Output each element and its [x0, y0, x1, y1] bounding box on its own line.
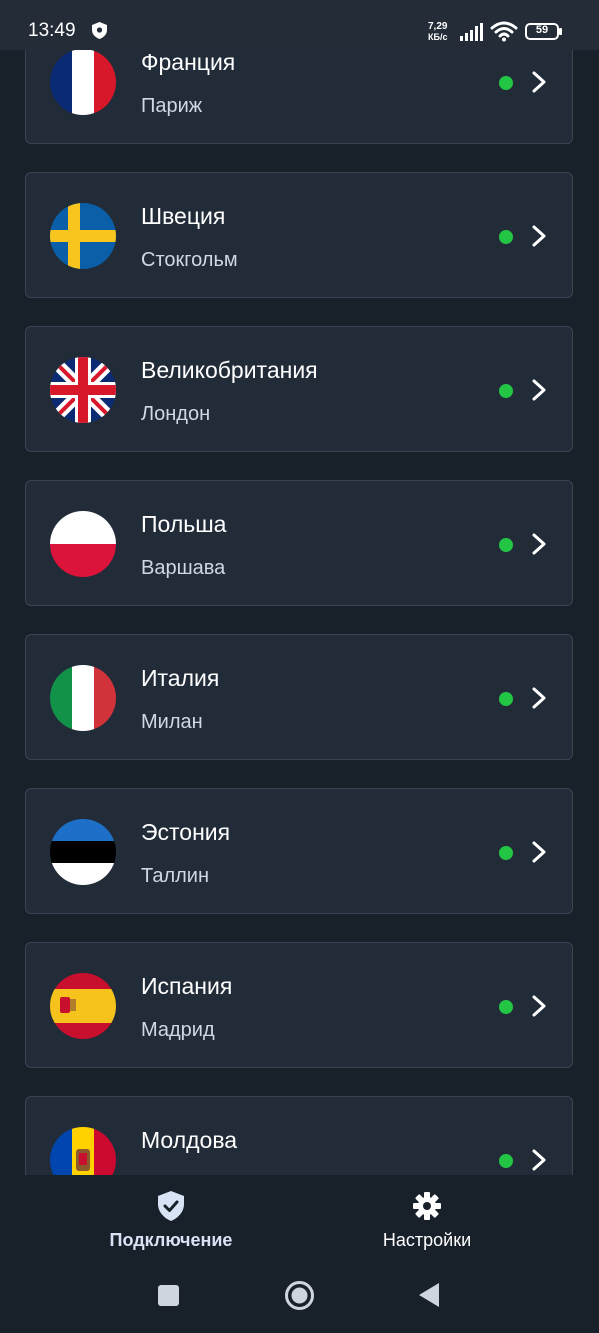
uk-flag-icon — [50, 357, 116, 423]
nav-connect[interactable]: Подключение — [71, 1185, 271, 1265]
moldova-flag-icon — [50, 1127, 116, 1175]
server-card-moldova[interactable]: Молдова К — [25, 1096, 573, 1175]
country-name: Испания — [141, 973, 233, 999]
nav-settings-label: Настройки — [382, 1230, 472, 1250]
city-name: Лондон — [141, 403, 211, 425]
server-card-sweden[interactable]: Швеция Стокгольм — [25, 172, 573, 298]
gear-icon — [413, 1192, 441, 1220]
online-status-dot — [499, 384, 513, 398]
country-name: Великобритания — [141, 357, 318, 383]
chevron-right-icon — [532, 1149, 546, 1171]
cellular-signal-icon — [460, 23, 483, 41]
country-name: Франция — [141, 49, 236, 75]
france-flag-icon — [50, 49, 116, 115]
network-speed: 7,29 КБ/с — [428, 21, 448, 43]
recent-apps-icon[interactable] — [157, 1284, 180, 1307]
server-card-spain[interactable]: Испания Мадрид — [25, 942, 573, 1068]
online-status-dot — [499, 1000, 513, 1014]
city-name: Варшава — [141, 557, 226, 579]
estonia-flag-icon — [50, 819, 116, 885]
italy-flag-icon — [50, 665, 116, 731]
chevron-right-icon — [532, 841, 546, 863]
battery-indicator: 59 — [525, 23, 563, 40]
server-list: Франция Париж Швеция Стокгольм Великобри… — [0, 0, 599, 1175]
nav-settings[interactable]: Настройки — [327, 1185, 527, 1265]
online-status-dot — [499, 1154, 513, 1168]
chevron-right-icon — [532, 533, 546, 555]
online-status-dot — [499, 846, 513, 860]
clock: 13:49 — [28, 20, 76, 41]
online-status-dot — [499, 538, 513, 552]
city-name: Стокгольм — [141, 249, 238, 271]
status-bar: 13:49 7,29 КБ/с 59 — [0, 0, 599, 50]
vpn-shield-icon — [92, 22, 107, 39]
online-status-dot — [499, 692, 513, 706]
server-card-estonia[interactable]: Эстония Таллин — [25, 788, 573, 914]
country-name: Эстония — [141, 819, 231, 845]
spain-flag-icon — [50, 973, 116, 1039]
city-name: Милан — [141, 711, 203, 733]
nav-connect-label: Подключение — [109, 1230, 233, 1250]
chevron-right-icon — [532, 71, 546, 93]
city-name: Таллин — [141, 865, 209, 887]
wifi-icon — [490, 21, 518, 42]
server-card-italy[interactable]: Италия Милан — [25, 634, 573, 760]
chevron-right-icon — [532, 995, 546, 1017]
online-status-dot — [499, 76, 513, 90]
country-name: Молдова — [141, 1127, 238, 1153]
online-status-dot — [499, 230, 513, 244]
server-card-poland[interactable]: Польша Варшава — [25, 480, 573, 606]
chevron-right-icon — [532, 225, 546, 247]
bottom-navigation: Подключение Настройки — [0, 1175, 599, 1333]
poland-flag-icon — [50, 511, 116, 577]
city-name: Мадрид — [141, 1019, 215, 1041]
chevron-right-icon — [532, 379, 546, 401]
shield-check-icon — [158, 1191, 184, 1221]
server-card-uk[interactable]: Великобритания Лондон — [25, 326, 573, 452]
battery-level: 59 — [535, 24, 549, 36]
sweden-flag-icon — [50, 203, 116, 269]
country-name: Италия — [141, 665, 220, 691]
country-name: Польша — [141, 511, 227, 537]
network-speed-value: 7,29 — [428, 21, 448, 32]
chevron-right-icon — [532, 687, 546, 709]
network-speed-unit: КБ/с — [428, 32, 448, 42]
back-icon[interactable] — [418, 1282, 440, 1308]
city-name: Париж — [141, 95, 203, 117]
country-name: Швеция — [141, 203, 226, 229]
home-icon[interactable] — [284, 1280, 315, 1311]
